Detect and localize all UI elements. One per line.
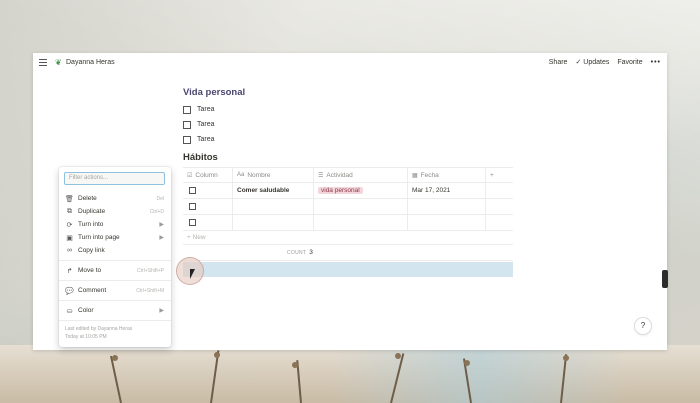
menu-divider <box>59 320 171 321</box>
duplicate-icon: ⧉ <box>67 207 72 215</box>
list-icon: ☰ <box>318 172 324 179</box>
favorite-button[interactable]: Favorite <box>617 59 642 66</box>
topbar: ❦ Dayanna Heras Share ✓ Updates Favorite… <box>33 53 667 73</box>
table-row[interactable] <box>183 198 513 215</box>
section-heading[interactable]: Vida personal <box>183 87 513 98</box>
more-options-button[interactable]: ••• <box>651 59 661 66</box>
todo-label[interactable]: Tarea <box>197 121 215 128</box>
add-column-button[interactable]: + <box>486 167 513 183</box>
new-row-button[interactable]: + New <box>183 231 513 245</box>
todo-item[interactable]: Tarea <box>183 102 513 117</box>
menu-item-delete[interactable]: 🗑 Delete Del <box>59 192 171 205</box>
column-header-checkbox[interactable]: ☑ Column <box>183 167 233 183</box>
cell-nombre[interactable]: Comer saludable <box>233 182 314 199</box>
paint-roller-icon: ⛀ <box>66 307 73 315</box>
menu-item-duplicate[interactable]: ⧉ Duplicate Ctrl+D <box>59 205 171 218</box>
menu-item-turn-into[interactable]: ⟳ Turn into ▶ <box>59 218 171 231</box>
breadcrumb-title[interactable]: Dayanna Heras <box>66 59 115 66</box>
plant-bud <box>292 362 298 368</box>
share-button[interactable]: Share <box>549 59 568 66</box>
menu-item-turn-into-page[interactable]: ▣ Turn into page ▶ <box>59 231 171 244</box>
menu-divider <box>59 280 171 281</box>
menu-divider <box>59 260 171 261</box>
table-row[interactable]: Comer saludable vida personal Mar 17, 20… <box>183 182 513 199</box>
activity-tag: vida personal <box>318 187 363 194</box>
todo-checkbox[interactable] <box>183 105 191 114</box>
chevron-right-icon: ▶ <box>159 308 164 314</box>
chevron-right-icon: ▶ <box>159 222 164 228</box>
column-header-fecha[interactable]: ▦ Fecha <box>408 167 486 183</box>
count-value: 3 <box>309 249 313 256</box>
cell-actividad[interactable] <box>314 214 408 231</box>
selected-empty-block[interactable] <box>183 262 513 277</box>
updates-button[interactable]: ✓ Updates <box>575 58 609 66</box>
row-checkbox[interactable] <box>189 187 196 194</box>
plant-bud <box>112 355 118 361</box>
link-icon: ∞ <box>67 247 72 254</box>
menu-icon[interactable] <box>39 59 47 66</box>
plant-bud <box>395 353 401 359</box>
menu-item-copy-link[interactable]: ∞ Copy link <box>59 244 171 257</box>
plant-bud <box>464 360 470 366</box>
todo-checkbox[interactable] <box>183 135 191 144</box>
page-icon: ▣ <box>66 234 73 242</box>
column-header-nombre[interactable]: Aa Nombre <box>233 167 314 183</box>
page-content: Vida personal Tarea Tarea Tarea Hábitos <box>183 87 513 163</box>
last-edited-time: Today at 10:05 PM <box>65 334 107 340</box>
todo-label[interactable]: Tarea <box>197 136 215 143</box>
plant-page-icon: ❦ <box>55 58 62 67</box>
turn-into-icon: ⟳ <box>66 221 73 229</box>
menu-item-color[interactable]: ⛀ Color ▶ <box>59 304 171 317</box>
column-header-actividad[interactable]: ☰ Actividad <box>314 167 408 183</box>
cell-actividad[interactable]: vida personal <box>314 182 408 199</box>
cell-nombre[interactable] <box>233 198 314 215</box>
cell-actividad[interactable] <box>314 198 408 215</box>
row-checkbox[interactable] <box>189 203 196 210</box>
menu-item-comment[interactable]: 💬 Comment Ctrl+Shift+M <box>59 284 171 297</box>
move-icon: ↱ <box>66 267 73 275</box>
trash-icon: 🗑 <box>65 195 74 203</box>
cell-fecha[interactable]: Mar 17, 2021 <box>408 182 486 199</box>
table-row[interactable] <box>183 214 513 231</box>
comment-icon: 💬 <box>65 287 74 295</box>
database-table: ☑ Column Aa Nombre ☰ Actividad ▦ Fecha + Com… <box>183 167 513 261</box>
calendar-icon: ▦ <box>412 172 418 179</box>
table-header: ☑ Column Aa Nombre ☰ Actividad ▦ Fecha + <box>183 167 513 183</box>
habits-heading[interactable]: Hábitos <box>183 152 513 163</box>
block-context-menu: Filter actions... 🗑 Delete Del ⧉ Duplica… <box>59 167 171 347</box>
count-label: COUNT <box>287 249 307 256</box>
cell-fecha[interactable] <box>408 198 486 215</box>
plant-bud <box>563 355 569 361</box>
menu-item-move-to[interactable]: ↱ Move to Ctrl+Shift+P <box>59 264 171 277</box>
topbar-actions: Share ✓ Updates Favorite ••• <box>549 58 661 67</box>
row-checkbox[interactable] <box>189 219 196 226</box>
last-edited-by: Last edited by Dayanna Heras <box>65 326 133 332</box>
plant-bud <box>214 352 220 358</box>
count-footer[interactable]: COUNT 3 <box>183 245 513 261</box>
filter-actions-input[interactable]: Filter actions... <box>64 172 165 185</box>
cell-fecha[interactable] <box>408 214 486 231</box>
last-edited-info: Last edited by Dayanna Heras Today at 10… <box>65 325 132 341</box>
scrollbar-handle[interactable] <box>662 270 668 288</box>
todo-item[interactable]: Tarea <box>183 117 513 132</box>
checkbox-icon: ☑ <box>187 172 193 179</box>
text-icon: Aa <box>237 172 245 178</box>
mouse-cursor-icon <box>190 269 195 279</box>
help-button[interactable]: ? <box>635 318 651 334</box>
todo-item[interactable]: Tarea <box>183 132 513 147</box>
chevron-right-icon: ▶ <box>159 235 164 241</box>
cell-nombre[interactable] <box>233 214 314 231</box>
todo-label[interactable]: Tarea <box>197 106 215 113</box>
todo-checkbox[interactable] <box>183 120 191 129</box>
menu-divider <box>59 300 171 301</box>
